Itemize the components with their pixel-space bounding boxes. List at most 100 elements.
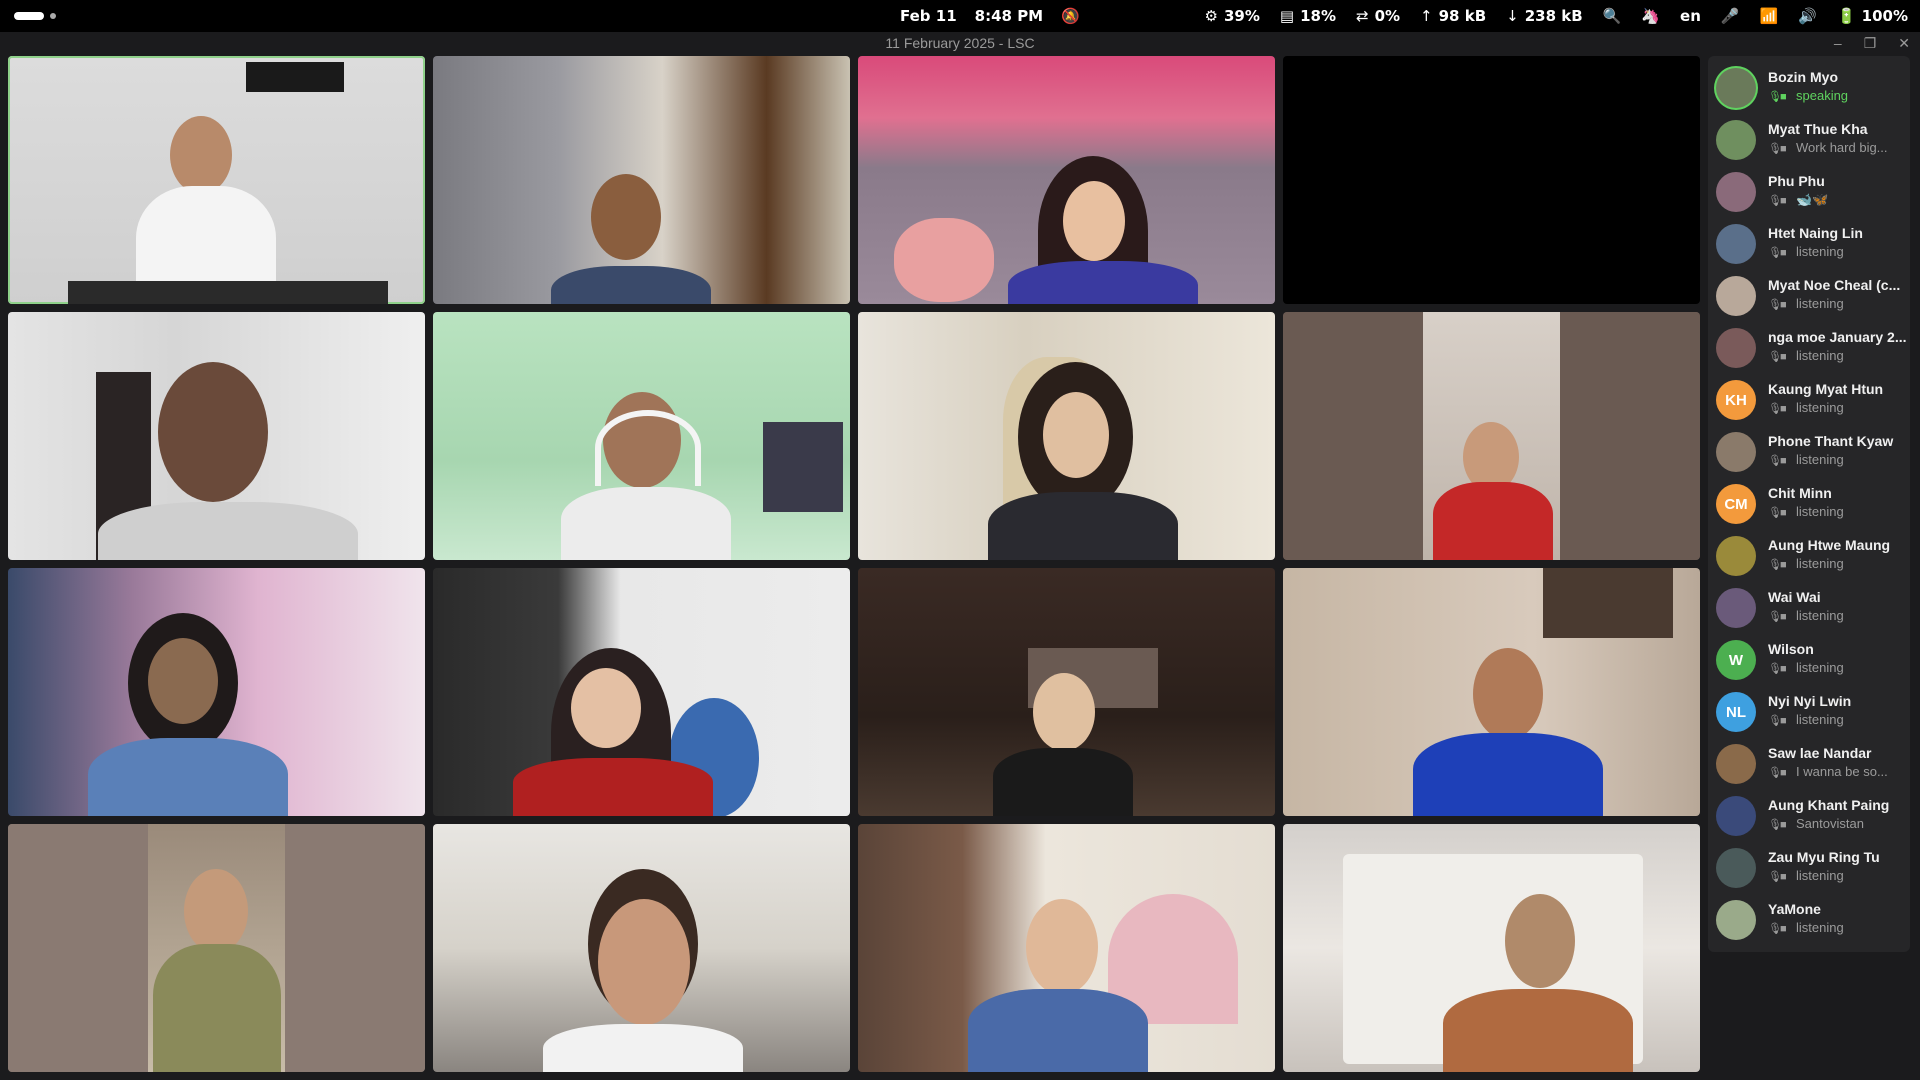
upload-arrow-icon: ↑	[1420, 7, 1433, 25]
participant-row[interactable]: Phone Thant Kyaw 🎙■ listening	[1716, 428, 1906, 476]
video-tile[interactable]	[858, 568, 1275, 816]
wifi-icon[interactable]: 📶	[1760, 7, 1779, 25]
avatar[interactable]	[1716, 744, 1756, 784]
video-tile[interactable]	[8, 312, 425, 560]
participant-row[interactable]: W Wilson 🎙■ listening	[1716, 636, 1906, 684]
participant-status: listening	[1796, 712, 1844, 727]
keyboard-language[interactable]: en	[1680, 7, 1701, 25]
video-tile[interactable]	[8, 568, 425, 816]
avatar[interactable]: KH	[1716, 380, 1756, 420]
participant-row[interactable]: NL Nyi Nyi Lwin 🎙■ listening	[1716, 688, 1906, 736]
participant-status-line: 🎙■ listening	[1768, 400, 1908, 415]
video-tile[interactable]	[8, 56, 425, 304]
time-label: 8:48 PM	[974, 7, 1044, 25]
workspace-indicator-active[interactable]	[14, 12, 44, 20]
maximize-icon[interactable]: ❐	[1864, 35, 1877, 52]
participant-body	[1413, 733, 1603, 816]
participant-row[interactable]: YaMone 🎙■ listening	[1716, 896, 1906, 944]
notifications-muted-icon[interactable]: 🔕	[1061, 7, 1080, 25]
camera-icon: ■	[1780, 91, 1787, 103]
participant-body	[968, 989, 1148, 1072]
pillarbox-right	[1560, 312, 1700, 560]
avatar[interactable]: NL	[1716, 692, 1756, 732]
participant-status: listening	[1796, 348, 1844, 363]
participant-status: listening	[1796, 920, 1844, 935]
participant-name: Myat Thue Kha	[1768, 121, 1868, 137]
participant-body	[88, 738, 288, 816]
video-tile[interactable]	[858, 56, 1275, 304]
participant-name: Chit Minn	[1768, 485, 1832, 501]
mic-muted-icon: 🎙	[1768, 767, 1782, 779]
pillarbox-right	[285, 824, 425, 1072]
close-icon[interactable]: ✕	[1898, 35, 1910, 52]
video-tile[interactable]	[858, 312, 1275, 560]
mic-muted-icon: 🎙	[1768, 611, 1782, 623]
unicorn-extension-icon[interactable]: 🦄	[1641, 7, 1660, 25]
participant-row[interactable]: Bozin Myo 🎙■ speaking	[1716, 64, 1906, 112]
avatar[interactable]	[1716, 588, 1756, 628]
participant-status: listening	[1796, 660, 1844, 675]
participant-row[interactable]: nga moe January 2... 🎙■ listening	[1716, 324, 1908, 372]
avatar[interactable]	[1716, 276, 1756, 316]
avatar[interactable]	[1716, 328, 1756, 368]
video-tile[interactable]	[858, 824, 1275, 1072]
participant-row[interactable]: Aung Khant Paing 🎙■ Santovistan	[1716, 792, 1906, 840]
minimize-icon[interactable]: –	[1834, 35, 1842, 51]
participant-row[interactable]: Wai Wai 🎙■ listening	[1716, 584, 1906, 632]
battery-indicator[interactable]: 🔋 100%	[1837, 7, 1908, 25]
avatar[interactable]	[1716, 900, 1756, 940]
participant-row[interactable]: KH Kaung Myat Htun 🎙■ listening	[1716, 376, 1906, 424]
participant-row[interactable]: Htet Naing Lin 🎙■ listening	[1716, 220, 1906, 268]
battery-value: 100%	[1861, 7, 1908, 25]
participant-status-line: 🎙■ listening	[1768, 348, 1908, 363]
avatar[interactable]	[1716, 68, 1756, 108]
participant-row[interactable]: Myat Noe Cheal (c... 🎙■ listening	[1716, 272, 1906, 320]
microphone-in-use-icon[interactable]: 🎤	[1721, 7, 1740, 25]
participant-body	[993, 748, 1133, 816]
participant-name: Bozin Myo	[1768, 69, 1838, 85]
avatar[interactable]	[1716, 432, 1756, 472]
avatar[interactable]	[1716, 796, 1756, 836]
mic-muted-icon: 🎙	[1768, 663, 1782, 675]
participant-row[interactable]: Zau Myu Ring Tu 🎙■ listening	[1716, 844, 1906, 892]
participant-row[interactable]: CM Chit Minn 🎙■ listening	[1716, 480, 1906, 528]
volume-icon[interactable]: 🔊	[1798, 7, 1817, 25]
video-tile[interactable]	[433, 824, 850, 1072]
avatar[interactable]	[1716, 224, 1756, 264]
upload-indicator[interactable]: ↑ 98 kB	[1420, 7, 1486, 25]
participant-row[interactable]: Myat Thue Kha 🎙■ Work hard big...	[1716, 116, 1906, 164]
participant-row[interactable]: Saw lae Nandar 🎙■ I wanna be so...	[1716, 740, 1906, 788]
video-tile[interactable]	[433, 568, 850, 816]
participant-status: I wanna be so...	[1796, 764, 1888, 779]
avatar[interactable]	[1716, 536, 1756, 576]
participant-status: Santovistan	[1796, 816, 1864, 831]
download-indicator[interactable]: ↓ 238 kB	[1506, 7, 1583, 25]
video-tile[interactable]	[1283, 824, 1700, 1072]
memory-indicator[interactable]: ▤ 18%	[1280, 7, 1336, 25]
video-tile-camera-off[interactable]	[1283, 56, 1700, 304]
clock[interactable]: Feb 11 8:48 PM 🔕	[900, 0, 1080, 32]
video-tile[interactable]	[8, 824, 425, 1072]
video-grid	[8, 56, 1700, 1073]
participant-row[interactable]: Aung Htwe Maung 🎙■ listening	[1716, 532, 1906, 580]
avatar[interactable]: W	[1716, 640, 1756, 680]
participant-body	[551, 266, 711, 304]
video-tile[interactable]	[1283, 568, 1700, 816]
wall-picture	[1543, 568, 1673, 638]
mic-muted-icon: 🎙	[1768, 819, 1782, 831]
avatar[interactable]	[1716, 120, 1756, 160]
avatar[interactable]	[1716, 172, 1756, 212]
video-tile[interactable]	[1283, 312, 1700, 560]
cpu-indicator[interactable]: ⚙ 39%	[1205, 7, 1260, 25]
search-icon[interactable]: 🔍	[1603, 7, 1622, 25]
swap-indicator[interactable]: ⇄ 0%	[1356, 7, 1400, 25]
avatar[interactable]	[1716, 848, 1756, 888]
video-tile[interactable]	[433, 312, 850, 560]
participant-row[interactable]: Phu Phu 🎙■ 🐋🦋	[1716, 168, 1906, 216]
avatar[interactable]: CM	[1716, 484, 1756, 524]
participant-face	[1063, 181, 1125, 261]
participant-name: Aung Khant Paing	[1768, 797, 1890, 813]
workspace-indicator[interactable]	[50, 13, 56, 19]
mic-muted-icon: 🎙	[1768, 455, 1782, 467]
video-tile[interactable]	[433, 56, 850, 304]
